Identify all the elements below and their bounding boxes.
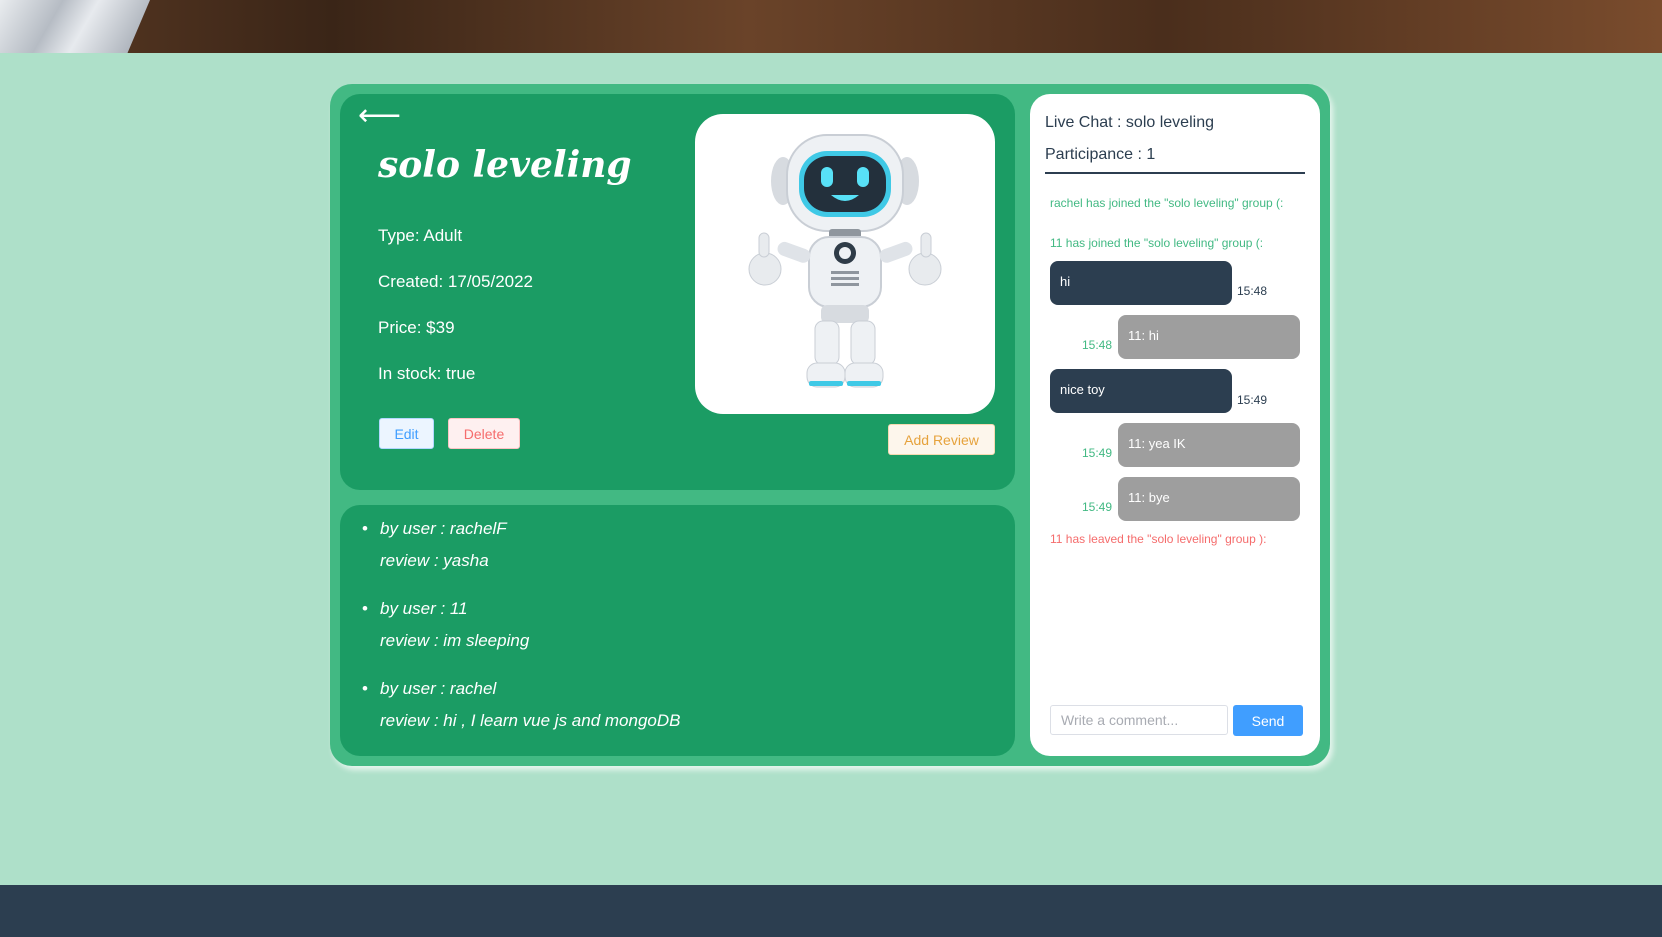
review-text: review : hi , I learn vue js and mongoDB	[380, 711, 681, 730]
toy-created-date: Created: 17/05/2022	[378, 272, 534, 291]
system-join-message: 11 has joined the "solo leveling" group …	[1050, 236, 1264, 250]
chat-message-other: 11: yea IK	[1118, 423, 1300, 467]
toy-info-panel: ⟵ solo leveling Type: Adult Created: 17/…	[340, 94, 1015, 490]
message-time: 15:49	[1082, 500, 1113, 514]
chat-title: Live Chat : solo leveling	[1045, 114, 1214, 131]
review-user: by user : 11	[380, 599, 468, 618]
footer	[0, 885, 1662, 937]
edit-button[interactable]: Edit	[379, 418, 434, 449]
toy-price: Price: $39	[378, 318, 455, 337]
chat-message-own: hi	[1050, 261, 1232, 305]
banner-decoration	[0, 0, 150, 53]
toy-title: solo leveling	[378, 144, 632, 186]
message-time: 15:48	[1082, 338, 1113, 352]
review-user: by user : rachelF	[380, 519, 507, 538]
reviews-panel: • by user : rachelF review : yasha • by …	[340, 505, 1015, 756]
back-arrow-icon[interactable]: ⟵	[358, 98, 401, 133]
toy-stock: In stock: true	[378, 364, 476, 383]
system-leave-message: 11 has leaved the "solo leveling" group …	[1050, 532, 1267, 546]
header-banner-image	[0, 0, 1662, 53]
add-review-button[interactable]: Add Review	[888, 424, 995, 455]
chat-message-own: nice toy	[1050, 369, 1232, 413]
chat-participants-count: Participance : 1	[1045, 146, 1156, 163]
review-text: review : im sleeping	[380, 631, 530, 650]
live-chat-panel: Live Chat : solo leveling Participance :…	[1030, 94, 1320, 756]
robot-toy-image	[695, 114, 995, 414]
bullet-icon: •	[362, 599, 368, 618]
message-time: 15:49	[1082, 446, 1113, 460]
bullet-icon: •	[362, 679, 368, 698]
send-button[interactable]: Send	[1233, 705, 1303, 736]
delete-button[interactable]: Delete	[448, 418, 520, 449]
bullet-icon: •	[362, 519, 368, 538]
review-user: by user : rachel	[380, 679, 497, 698]
chat-message-other: 11: hi	[1118, 315, 1300, 359]
review-text: review : yasha	[380, 551, 489, 570]
comment-input[interactable]	[1050, 705, 1228, 735]
message-time: 15:49	[1237, 393, 1268, 407]
robot-icon	[748, 134, 942, 388]
chat-divider	[1045, 172, 1305, 174]
message-time: 15:48	[1237, 284, 1268, 298]
toy-type: Type: Adult	[378, 226, 463, 245]
system-join-message: rachel has joined the "solo leveling" gr…	[1050, 196, 1284, 210]
chat-message-other: 11: bye	[1118, 477, 1300, 521]
